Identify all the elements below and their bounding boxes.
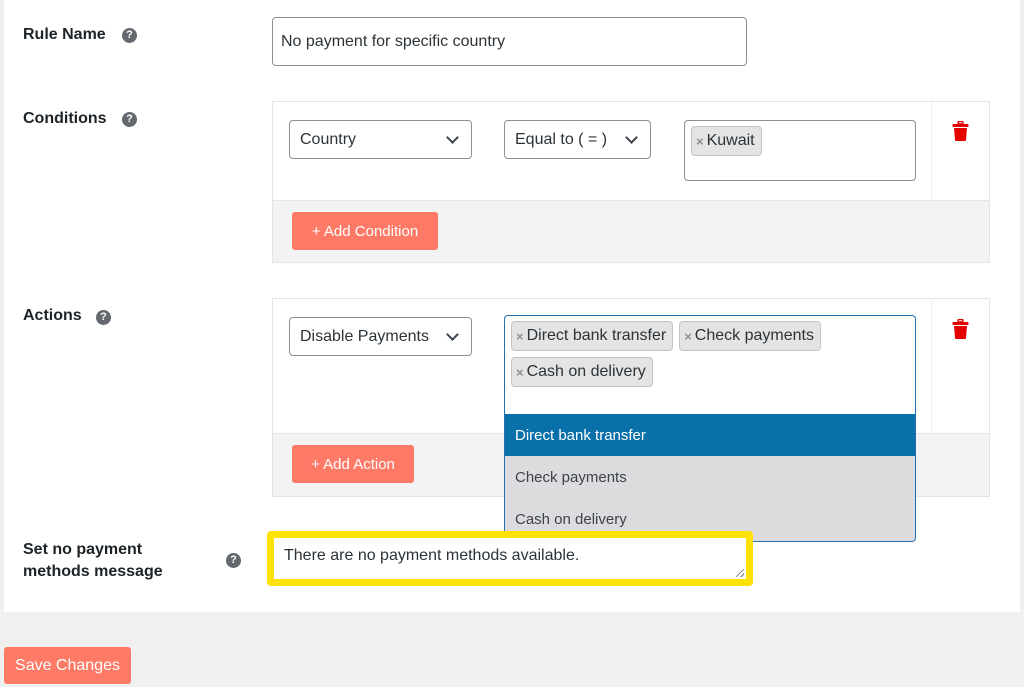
condition-field-select[interactable]: Country <box>289 120 472 159</box>
resize-handle-icon[interactable] <box>736 569 744 577</box>
chevron-down-icon <box>446 130 459 144</box>
conditions-footer: + Add Condition <box>273 200 989 262</box>
value-chip: × Kuwait <box>691 126 762 156</box>
remove-chip-icon[interactable]: × <box>684 329 692 344</box>
value-chip: × Check payments <box>679 321 821 351</box>
delete-action-trash-icon[interactable] <box>952 319 969 339</box>
actions-help-icon[interactable]: ? <box>96 310 111 325</box>
payment-methods-multiselect[interactable]: × Direct bank transfer × Check payments … <box>504 315 916 415</box>
remove-chip-icon[interactable]: × <box>696 134 704 149</box>
dropdown-option[interactable]: Direct bank transfer <box>505 414 915 456</box>
message-text: There are no payment methods available. <box>284 547 580 564</box>
remove-chip-icon[interactable]: × <box>516 365 524 380</box>
message-label: Set no payment methods message <box>23 541 163 580</box>
condition-values-multiselect[interactable]: × Kuwait <box>684 120 916 181</box>
value-chip: × Cash on delivery <box>511 357 653 387</box>
rule-settings-card: Rule Name ? No payment for specific coun… <box>4 0 1020 612</box>
remove-chip-icon[interactable]: × <box>516 329 524 344</box>
condition-field-value: Country <box>300 130 357 148</box>
message-help-icon[interactable]: ? <box>226 553 241 568</box>
rule-name-help-icon[interactable]: ? <box>122 28 137 43</box>
chip-label: Check payments <box>694 327 814 344</box>
add-condition-button[interactable]: + Add Condition <box>292 212 438 250</box>
message-textarea[interactable]: There are no payment methods available. <box>274 538 746 579</box>
conditions-column-divider <box>931 102 932 201</box>
save-changes-button[interactable]: Save Changes <box>4 647 131 684</box>
add-action-button[interactable]: + Add Action <box>292 445 414 483</box>
dropdown-option[interactable]: Check payments <box>505 456 915 498</box>
condition-operator-select[interactable]: Equal to ( = ) <box>504 120 651 159</box>
chevron-down-icon <box>446 327 459 341</box>
rule-name-input[interactable]: No payment for specific country <box>272 17 747 66</box>
conditions-label: Conditions <box>23 110 107 127</box>
actions-column-divider <box>931 299 932 435</box>
message-highlight-frame: There are no payment methods available. <box>267 531 753 586</box>
actions-label: Actions <box>23 307 82 324</box>
conditions-table: Country Equal to ( = ) × Kuwait + Add Co… <box>272 101 990 263</box>
chip-label: Cash on delivery <box>526 363 646 380</box>
delete-condition-trash-icon[interactable] <box>952 121 969 141</box>
chip-label: Kuwait <box>706 132 755 149</box>
condition-operator-value: Equal to ( = ) <box>515 130 608 148</box>
rule-name-label: Rule Name <box>23 26 106 43</box>
action-type-value: Disable Payments <box>300 327 429 345</box>
action-type-select[interactable]: Disable Payments <box>289 317 472 356</box>
value-chip: × Direct bank transfer <box>511 321 674 351</box>
payment-methods-dropdown: Direct bank transfer Check payments Cash… <box>504 414 916 542</box>
chevron-down-icon <box>625 130 638 144</box>
conditions-help-icon[interactable]: ? <box>122 112 137 127</box>
chip-label: Direct bank transfer <box>526 327 667 344</box>
